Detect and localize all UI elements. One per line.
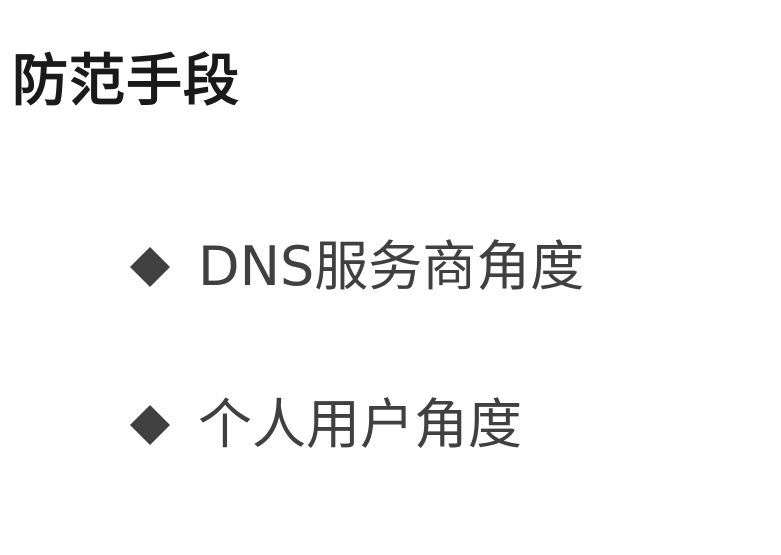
diamond-bullet-icon <box>128 245 172 289</box>
page-title: 防范手段 <box>12 49 240 114</box>
list-item: DNS服务商角度 <box>128 232 584 302</box>
slide: 防范手段 DNS服务商角度 个人用户角度 <box>0 0 781 555</box>
bullet-list: DNS服务商角度 个人用户角度 <box>128 232 584 460</box>
diamond-bullet-icon <box>128 403 172 447</box>
list-item: 个人用户角度 <box>128 390 584 460</box>
bullet-text: DNS服务商角度 <box>198 235 585 298</box>
bullet-text: 个人用户角度 <box>198 393 522 456</box>
